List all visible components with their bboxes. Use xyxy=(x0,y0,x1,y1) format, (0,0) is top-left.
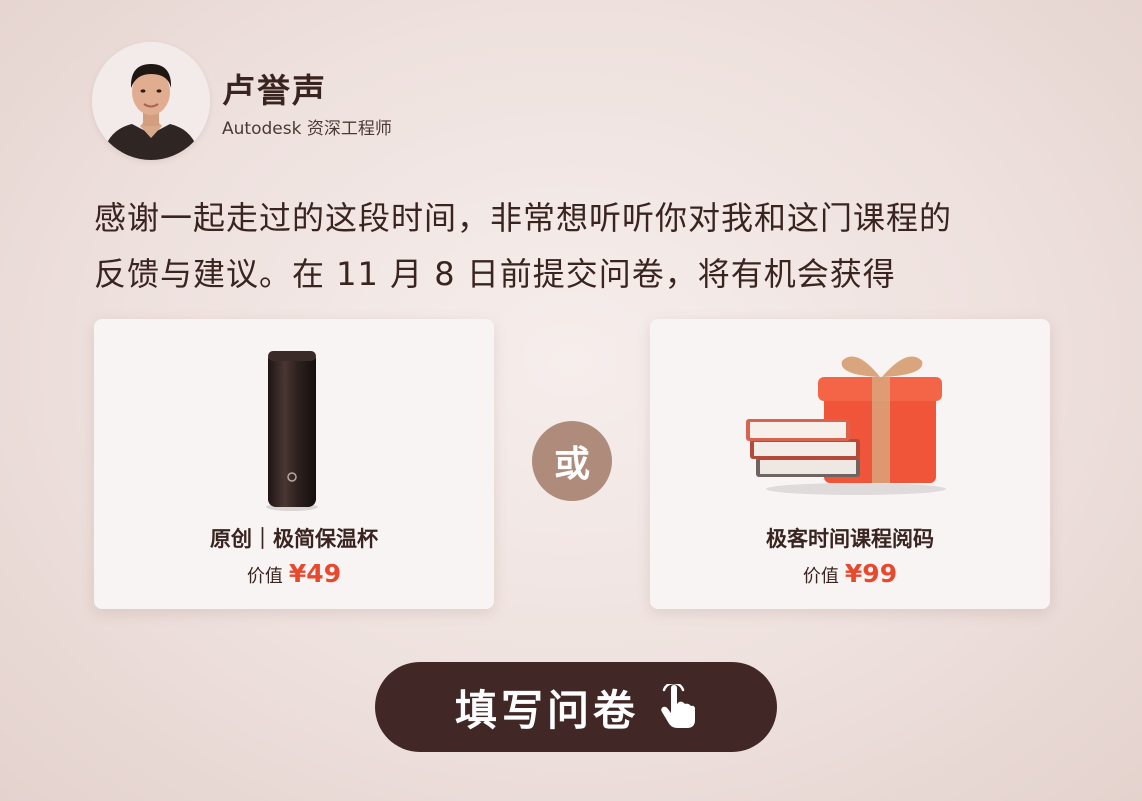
price-value: ¥99 xyxy=(844,559,898,588)
intro-message: 感谢一起走过的这段时间，非常想听听你对我和这门课程的 反馈与建议。在 11 月 … xyxy=(94,190,1074,302)
intro-message-line-1: 感谢一起走过的这段时间，非常想听听你对我和这门课程的 xyxy=(94,199,953,237)
or-badge: 或 xyxy=(532,421,612,501)
profile-title: Autodesk 资深工程师 xyxy=(222,119,392,139)
price-label: 价值 xyxy=(802,566,839,587)
prize-card-course-code: 极客时间课程阅码 价值 ¥99 xyxy=(650,319,1050,609)
prize-title: 极客时间课程阅码 xyxy=(766,527,934,551)
prize-price: 价值 ¥49 xyxy=(94,559,494,588)
prize-price: 价值 ¥99 xyxy=(650,559,1050,588)
pointer-hand-icon xyxy=(661,684,695,728)
price-label: 价值 xyxy=(246,566,283,587)
prize-card-thermos: 原创｜极简保温杯 价值 ¥49 xyxy=(94,319,494,609)
gift-box-books-icon xyxy=(746,356,946,495)
prize-title: 原创｜极简保温杯 xyxy=(210,527,378,551)
intro-message-line-2: 反馈与建议。在 11 月 8 日前提交问卷，将有机会获得 xyxy=(94,255,896,293)
profile-name: 卢誉声 xyxy=(222,71,327,110)
person-portrait-icon xyxy=(92,42,210,160)
avatar xyxy=(92,42,210,160)
fill-survey-label: 填写问卷 xyxy=(454,685,639,735)
thermos-bottle-icon xyxy=(266,351,318,511)
fill-survey-button[interactable]: 填写问卷 xyxy=(375,662,777,752)
price-value: ¥49 xyxy=(288,559,342,588)
